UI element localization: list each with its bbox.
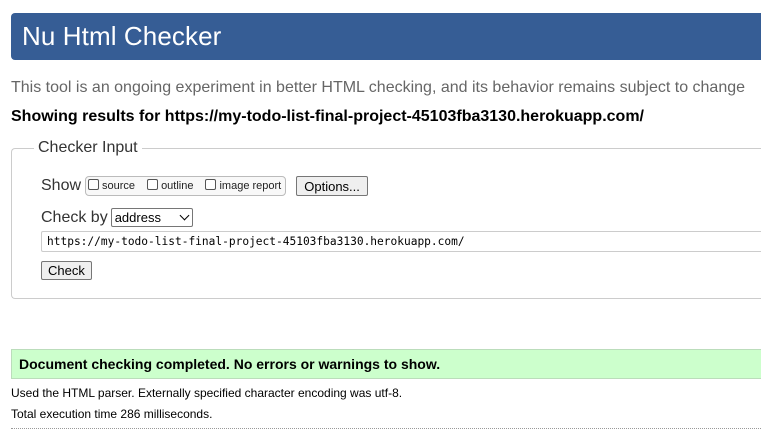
parser-info: Used the HTML parser. Externally specifi… bbox=[11, 386, 403, 400]
chevron-down-icon bbox=[179, 210, 190, 221]
source-checkbox-label: source bbox=[102, 180, 136, 192]
options-button[interactable]: Options... bbox=[296, 176, 368, 196]
checkbox-icon[interactable] bbox=[205, 178, 217, 190]
intro-text: This tool is an ongoing experiment in be… bbox=[11, 79, 746, 96]
url-input[interactable]: https://my-todo-list-final-project-45103… bbox=[41, 231, 761, 252]
header-banner: Nu Html Checker bbox=[11, 13, 761, 60]
page: Nu Html Checker This tool is an ongoing … bbox=[0, 0, 761, 433]
divider bbox=[11, 428, 761, 429]
show-label: Show bbox=[41, 177, 82, 194]
check-button[interactable]: Check bbox=[41, 261, 92, 280]
image-report-checkbox-label: image report bbox=[219, 180, 282, 192]
outline-checkbox-label: outline bbox=[161, 180, 194, 192]
url-input-value: https://my-todo-list-final-project-45103… bbox=[47, 235, 465, 248]
show-options-row: Show source outline image report Options… bbox=[41, 176, 368, 196]
source-checkbox[interactable]: source bbox=[88, 178, 136, 192]
check-by-label: Check by bbox=[41, 208, 108, 226]
checkbox-icon[interactable] bbox=[147, 178, 159, 190]
page-title: Nu Html Checker bbox=[22, 21, 222, 51]
execution-time: Total execution time 286 milliseconds. bbox=[11, 407, 213, 421]
image-report-checkbox[interactable]: image report bbox=[205, 178, 282, 192]
success-message: Document checking completed. No errors o… bbox=[11, 349, 761, 379]
check-by-row: Check by address bbox=[41, 208, 193, 227]
checker-input-legend: Checker Input bbox=[38, 139, 138, 156]
check-by-select[interactable]: address bbox=[110, 208, 193, 227]
outline-checkbox[interactable]: outline bbox=[147, 178, 194, 192]
show-options-group: source outline image report bbox=[85, 176, 287, 196]
check-by-selected-value: address bbox=[114, 210, 161, 225]
showing-results-heading: Showing results for https://my-todo-list… bbox=[11, 108, 644, 125]
checkbox-icon[interactable] bbox=[88, 178, 100, 190]
